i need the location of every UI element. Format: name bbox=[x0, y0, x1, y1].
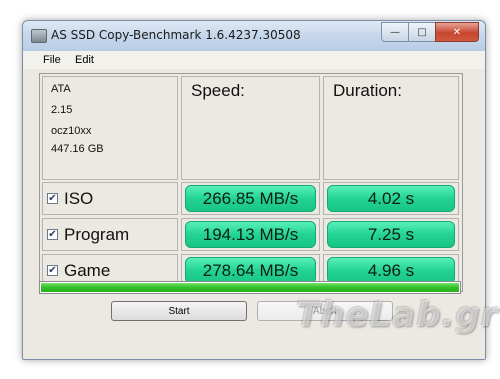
program-speed-cell: 194.13 MB/s bbox=[181, 218, 320, 251]
close-button[interactable]: ✕ bbox=[435, 22, 479, 42]
row-program-label-cell: ✔ Program bbox=[42, 218, 178, 251]
progress-fill bbox=[41, 283, 459, 292]
results-grid: ATA 2.15 ocz10xx 447.16 GB Speed: Durati… bbox=[39, 73, 463, 292]
program-duration-cell: 7.25 s bbox=[323, 218, 459, 251]
drive-name: ocz10xx bbox=[51, 125, 92, 137]
game-label: Game bbox=[64, 261, 111, 280]
maximize-button[interactable]: □ bbox=[408, 22, 436, 42]
iso-label: ISO bbox=[64, 189, 94, 208]
watermark-text: TheLab.gr bbox=[296, 295, 499, 335]
menu-file[interactable]: File bbox=[43, 54, 61, 66]
window-title: AS SSD Copy-Benchmark 1.6.4237.30508 bbox=[51, 28, 301, 42]
iso-checkbox[interactable]: ✔ bbox=[47, 193, 58, 204]
minimize-button[interactable]: — bbox=[381, 22, 409, 42]
game-duration-value: 4.96 s bbox=[327, 257, 455, 284]
duration-header-cell: Duration: bbox=[323, 76, 459, 180]
app-icon bbox=[31, 29, 47, 43]
watermark-logo: TheLab.gr bbox=[296, 295, 498, 335]
drive-size: 447.16 GB bbox=[51, 143, 104, 155]
progress-bar bbox=[39, 281, 461, 294]
title-bar[interactable]: AS SSD Copy-Benchmark 1.6.4237.30508 — □… bbox=[23, 21, 485, 51]
start-button[interactable]: Start bbox=[111, 301, 247, 321]
iso-speed-cell: 266.85 MB/s bbox=[181, 182, 320, 215]
iso-duration-value: 4.02 s bbox=[327, 185, 455, 212]
program-checkbox[interactable]: ✔ bbox=[47, 229, 58, 240]
duration-header: Duration: bbox=[333, 81, 402, 100]
program-speed-value: 194.13 MB/s bbox=[185, 221, 316, 248]
menu-bar: File Edit bbox=[23, 51, 485, 69]
iso-speed-value: 266.85 MB/s bbox=[185, 185, 316, 212]
drive-info-panel: ATA 2.15 ocz10xx 447.16 GB bbox=[42, 76, 178, 180]
speed-header-cell: Speed: bbox=[181, 76, 320, 180]
game-checkbox[interactable]: ✔ bbox=[47, 265, 58, 276]
game-speed-value: 278.64 MB/s bbox=[185, 257, 316, 284]
menu-edit[interactable]: Edit bbox=[75, 54, 94, 66]
drive-version: 2.15 bbox=[51, 104, 73, 116]
iso-duration-cell: 4.02 s bbox=[323, 182, 459, 215]
program-duration-value: 7.25 s bbox=[327, 221, 455, 248]
program-label: Program bbox=[64, 225, 130, 244]
row-iso-label-cell: ✔ ISO bbox=[42, 182, 178, 215]
speed-header: Speed: bbox=[191, 81, 245, 100]
drive-type: ATA bbox=[51, 83, 71, 95]
